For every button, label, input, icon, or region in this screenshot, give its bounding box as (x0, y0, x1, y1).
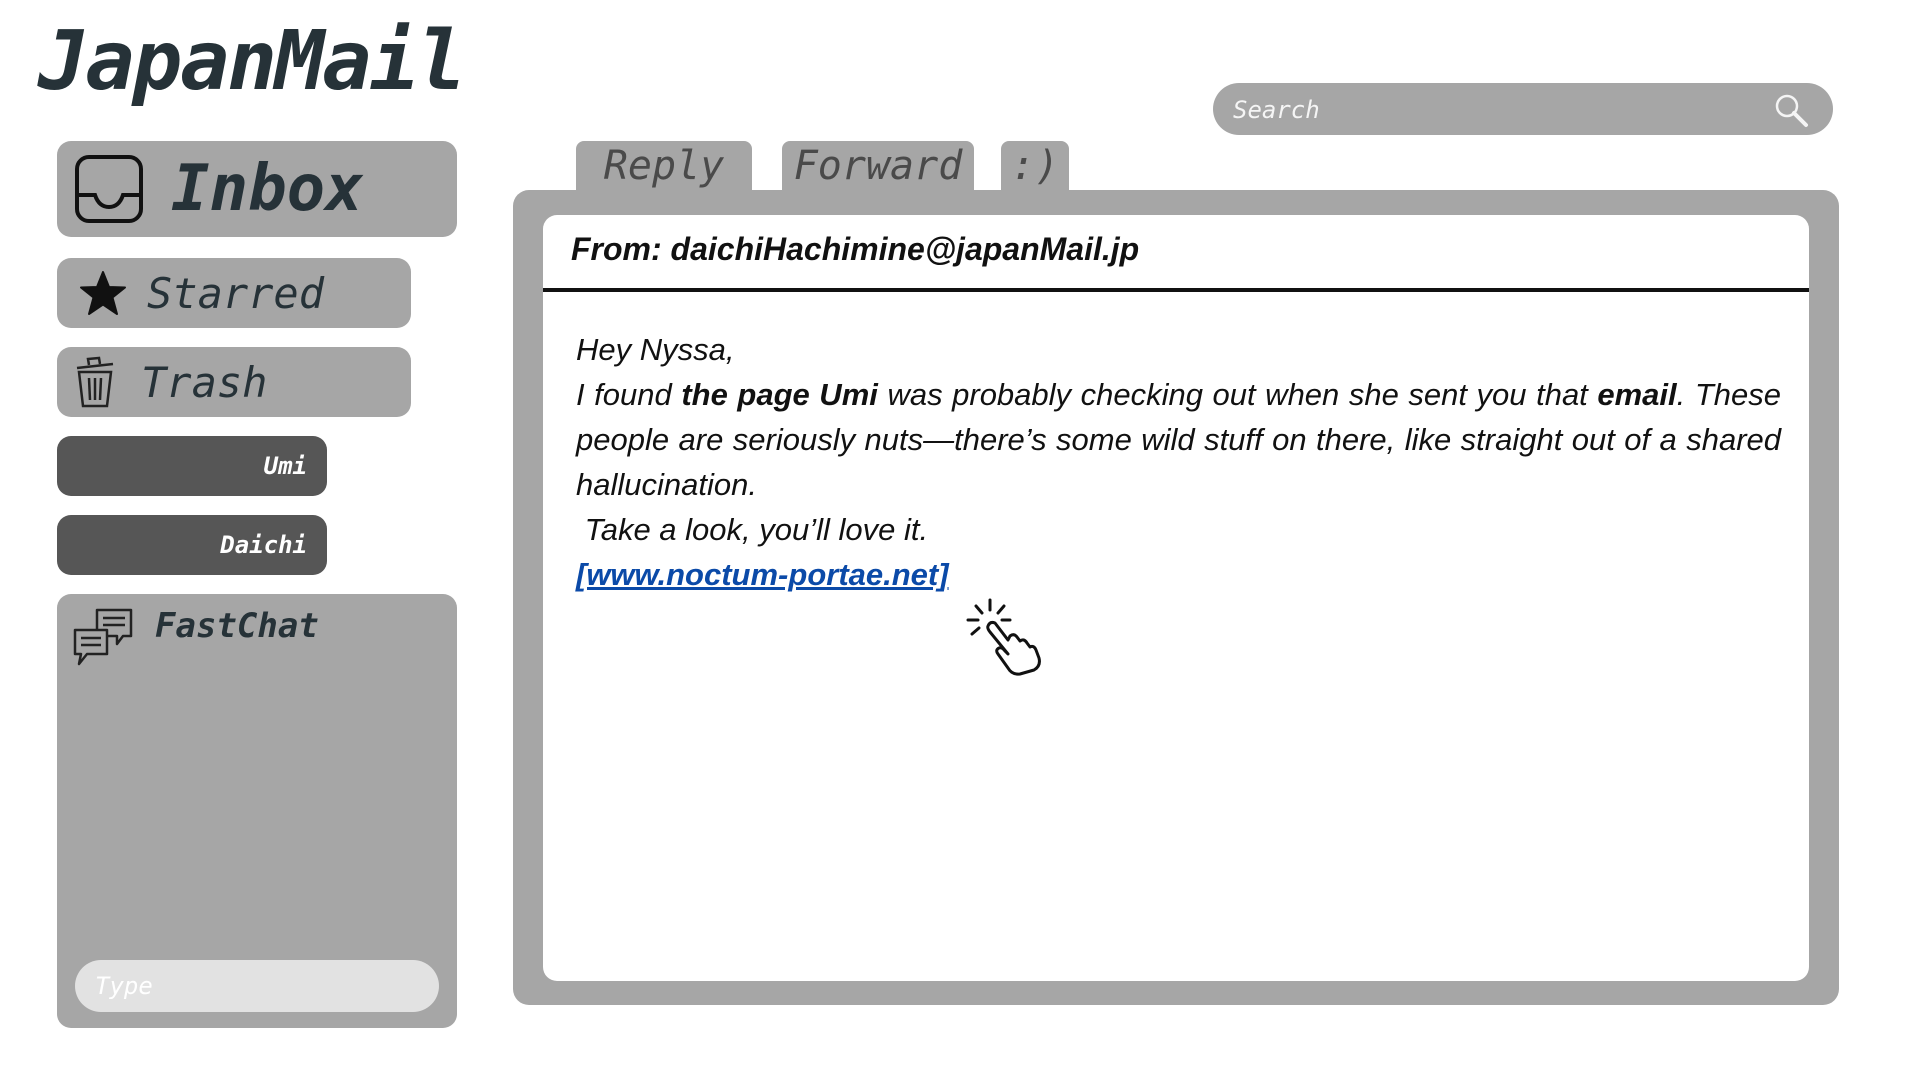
contact-umi[interactable]: Umi (57, 436, 327, 496)
email-bold-text: email (1597, 377, 1677, 412)
chat-input[interactable] (75, 960, 439, 1012)
sidebar-item-inbox[interactable]: Inbox (57, 141, 457, 237)
search-icon[interactable] (1773, 92, 1809, 128)
sidebar-item-starred[interactable]: Starred (57, 258, 411, 328)
hand-pointer-click-icon (966, 598, 1041, 676)
contact-daichi[interactable]: Daichi (57, 515, 327, 575)
email-text: Take a look, you’ll love it. (584, 512, 929, 547)
star-icon (80, 271, 126, 315)
email-paragraph: I found the page Umi was probably checki… (576, 372, 1781, 507)
email-body: Hey Nyssa, I found the page Umi was prob… (576, 327, 1781, 597)
email-greeting: Hey Nyssa, (576, 332, 735, 367)
email-viewer: From: daichiHachimine@japanMail.jp Hey N… (513, 190, 1839, 1005)
forward-button[interactable]: Forward (782, 141, 974, 191)
email-text: I found (576, 377, 682, 412)
email-line: Take a look, you’ll love it. (576, 507, 1781, 552)
app-logo: JapanMail (38, 14, 466, 109)
emoji-button[interactable]: :) (1001, 141, 1069, 191)
sidebar-item-label: Inbox (171, 152, 364, 226)
email-link[interactable]: [www.noctum-portae.net] (576, 557, 949, 592)
trash-icon (76, 356, 114, 408)
fastchat-panel: FastChat (57, 594, 457, 1028)
inbox-tray-icon (75, 155, 143, 223)
email-card: From: daichiHachimine@japanMail.jp Hey N… (543, 215, 1809, 981)
email-sender: From: daichiHachimine@japanMail.jp (543, 215, 1809, 292)
sidebar-item-label: Trash (141, 357, 268, 407)
reply-button[interactable]: Reply (576, 141, 752, 191)
fastchat-title: FastChat (155, 606, 319, 646)
email-text: was probably checking out when she sent … (877, 377, 1598, 412)
search-input[interactable] (1231, 83, 1775, 137)
email-bold-text: the page Umi (681, 377, 878, 412)
chat-bubbles-icon (73, 608, 133, 666)
search-bar[interactable] (1213, 83, 1833, 137)
sidebar-item-label: Starred (147, 268, 325, 318)
sidebar-item-trash[interactable]: Trash (57, 347, 411, 417)
